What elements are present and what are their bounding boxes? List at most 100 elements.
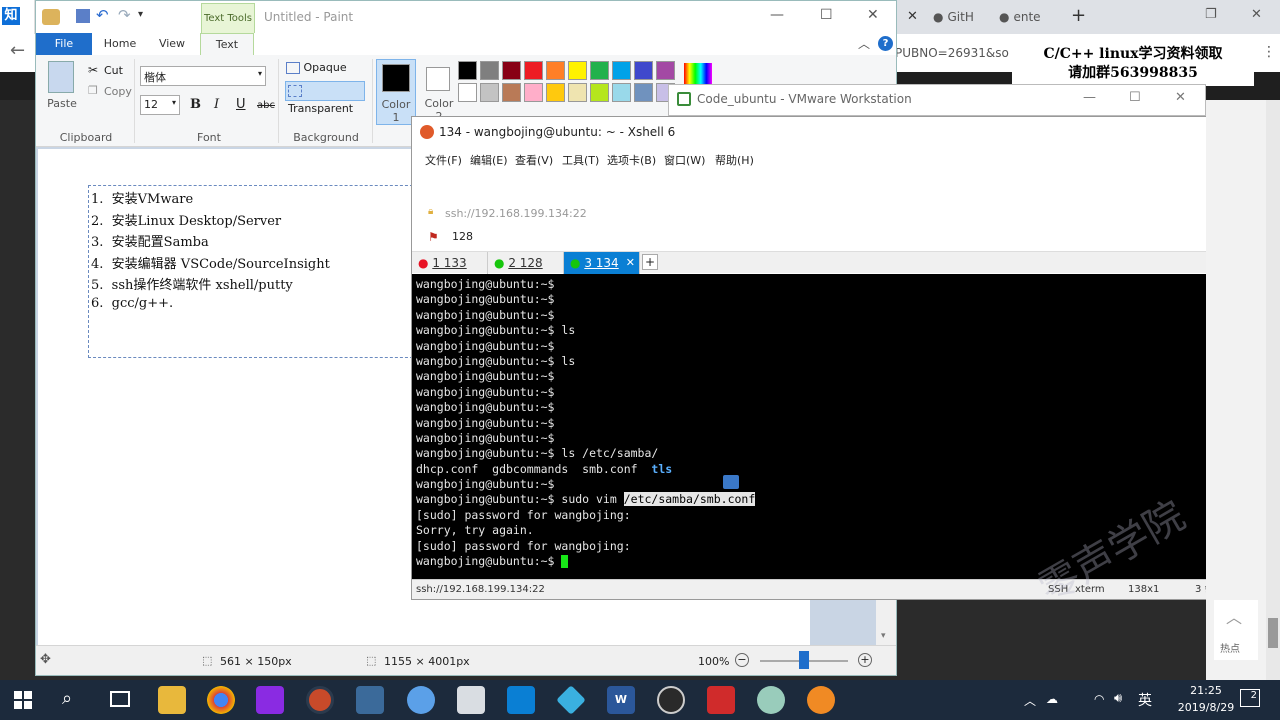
palette-swatch[interactable] — [590, 61, 609, 80]
save-icon[interactable] — [76, 9, 90, 23]
selected-text[interactable]: /etc/samba/smb.conf — [623, 492, 756, 507]
session-label[interactable]: 128 — [452, 230, 473, 243]
strikethrough-button[interactable]: abc — [257, 100, 275, 111]
color1-button[interactable]: Color 1 — [376, 59, 416, 125]
restore-icon[interactable]: ❐ — [1205, 7, 1217, 22]
palette-swatch[interactable] — [568, 83, 587, 102]
palette-swatch[interactable] — [458, 83, 477, 102]
hot-card[interactable]: ︿ 热点 — [1214, 600, 1258, 660]
paste-label[interactable]: Paste — [42, 97, 82, 110]
paste-icon[interactable] — [48, 61, 74, 93]
notepad-icon[interactable] — [457, 686, 485, 714]
opaque-button[interactable]: Opaque — [286, 61, 368, 79]
font-size-select[interactable]: 12 ▾ — [140, 95, 180, 115]
close-icon[interactable]: ✕ — [867, 7, 879, 23]
redo-icon[interactable]: ↷ — [118, 6, 131, 24]
xmind-icon[interactable] — [707, 686, 735, 714]
bookmark-icon[interactable]: ⚑ — [428, 230, 439, 244]
font-family-select[interactable]: 楷体 ▾ — [140, 66, 266, 86]
input-method[interactable]: 英 — [1138, 690, 1152, 710]
menu-edit[interactable]: 编辑(E) — [470, 152, 508, 168]
address-bar-fragment[interactable]: PUBNO=26931&so — [895, 40, 1025, 66]
paint-taskbar-icon[interactable] — [757, 686, 785, 714]
tab-view[interactable]: View — [148, 33, 196, 55]
volume-icon[interactable]: 🔊︎ — [1114, 691, 1122, 706]
search-icon[interactable]: ⌕ — [62, 688, 72, 709]
close-tab-icon[interactable]: ✕ — [907, 9, 918, 24]
address-text[interactable]: ssh://192.168.199.134:22 — [445, 207, 587, 220]
tab-home[interactable]: Home — [96, 33, 144, 55]
chevron-up-icon[interactable]: ︿ — [1024, 692, 1036, 709]
undo-icon[interactable]: ↶ — [96, 6, 109, 24]
transparent-button[interactable]: Transparent — [285, 81, 365, 115]
new-tab-button[interactable]: + — [1071, 5, 1086, 26]
copy-icon[interactable]: ❐ — [88, 84, 98, 97]
notifications-icon[interactable]: 2 — [1240, 689, 1260, 707]
zoom-slider-thumb[interactable] — [799, 651, 809, 669]
menu-dots-icon[interactable]: ⋮ — [1262, 44, 1276, 60]
collapse-ribbon-icon[interactable]: ︿ — [858, 35, 870, 52]
minimize-icon[interactable]: — — [770, 7, 784, 23]
palette-swatch[interactable] — [458, 61, 477, 80]
bold-button[interactable]: B — [190, 97, 201, 112]
palette-swatch[interactable] — [480, 83, 499, 102]
menu-file[interactable]: 文件(F) — [425, 152, 462, 168]
menu-tools[interactable]: 工具(T) — [562, 152, 599, 168]
tab-session-2[interactable]: ● 2 128 — [488, 252, 564, 274]
tab-file[interactable]: File — [36, 33, 92, 55]
side-scrollbar[interactable] — [1266, 100, 1280, 680]
windows-start-icon[interactable] — [14, 691, 32, 709]
palette-swatch[interactable] — [502, 83, 521, 102]
tab-session-1[interactable]: ● 1 133 — [412, 252, 488, 274]
scroll-down-icon[interactable]: ▾ — [881, 631, 886, 641]
xshell-taskbar-icon[interactable] — [306, 686, 334, 714]
quick-access-dropdown-icon[interactable]: ▾ — [138, 9, 143, 20]
file-explorer-icon[interactable] — [158, 686, 186, 714]
palette-swatch[interactable] — [546, 61, 565, 80]
close-tab-icon[interactable]: ✕ — [626, 252, 635, 274]
vscode-icon[interactable] — [507, 686, 535, 714]
tab-session-3[interactable]: ● 3 134 ✕ — [564, 252, 640, 274]
clock-time[interactable]: 21:25 — [1176, 684, 1236, 697]
palette-swatch[interactable] — [612, 61, 631, 80]
copy-button[interactable]: Copy — [104, 85, 132, 98]
menu-view[interactable]: 查看(V) — [515, 152, 553, 168]
back-arrow-icon[interactable]: ← — [10, 40, 25, 61]
minimize-icon[interactable]: — — [1083, 90, 1096, 105]
palette-swatch[interactable] — [568, 61, 587, 80]
palette-swatch[interactable] — [590, 83, 609, 102]
help-icon[interactable]: ? — [878, 36, 893, 51]
menu-window[interactable]: 窗口(W) — [664, 152, 705, 168]
menu-tabs[interactable]: 选项卡(B) — [607, 152, 656, 168]
cloud-icon[interactable]: ☁ — [1046, 692, 1058, 706]
palette-swatch[interactable] — [524, 61, 543, 80]
zhihu-tab[interactable]: 知 — [0, 0, 35, 34]
add-tab-button[interactable]: + — [642, 254, 658, 270]
zoom-out-icon[interactable]: − — [735, 653, 749, 667]
palette-swatch[interactable] — [480, 61, 499, 80]
menu-help[interactable]: 帮助(H) — [715, 152, 754, 168]
chrome-icon[interactable] — [207, 686, 235, 714]
close-icon[interactable]: ✕ — [1175, 90, 1186, 105]
cut-button[interactable]: Cut — [104, 64, 123, 77]
cube-app-icon[interactable] — [556, 685, 586, 715]
word-icon[interactable]: W — [607, 686, 635, 714]
close-window-icon[interactable]: ✕ — [1251, 7, 1262, 22]
task-view-icon[interactable] — [110, 691, 130, 707]
obs-icon[interactable] — [657, 686, 685, 714]
browser-app-icon[interactable] — [407, 686, 435, 714]
tab-text[interactable]: Text — [200, 33, 254, 55]
palette-swatch[interactable] — [634, 61, 653, 80]
address-bar[interactable]: 🔒︎ ssh://192.168.199.134:22 — [412, 201, 1279, 225]
browser-tab[interactable]: ● ente — [999, 4, 1041, 30]
browser-tab[interactable]: ● GitH — [933, 4, 974, 30]
palette-swatch[interactable] — [546, 83, 565, 102]
text-box[interactable]: 1. 安装VMware 2. 安装Linux Desktop/Server 3. 安… — [88, 185, 418, 358]
notes-app-icon[interactable] — [807, 686, 835, 714]
maximize-icon[interactable]: ☐ — [820, 7, 833, 23]
scrollbar-thumb[interactable] — [1268, 618, 1278, 648]
maximize-icon[interactable]: ☐ — [1129, 90, 1141, 105]
underline-button[interactable]: U — [236, 97, 246, 112]
wifi-icon[interactable]: ◠ — [1094, 692, 1104, 706]
palette-swatch[interactable] — [656, 61, 675, 80]
